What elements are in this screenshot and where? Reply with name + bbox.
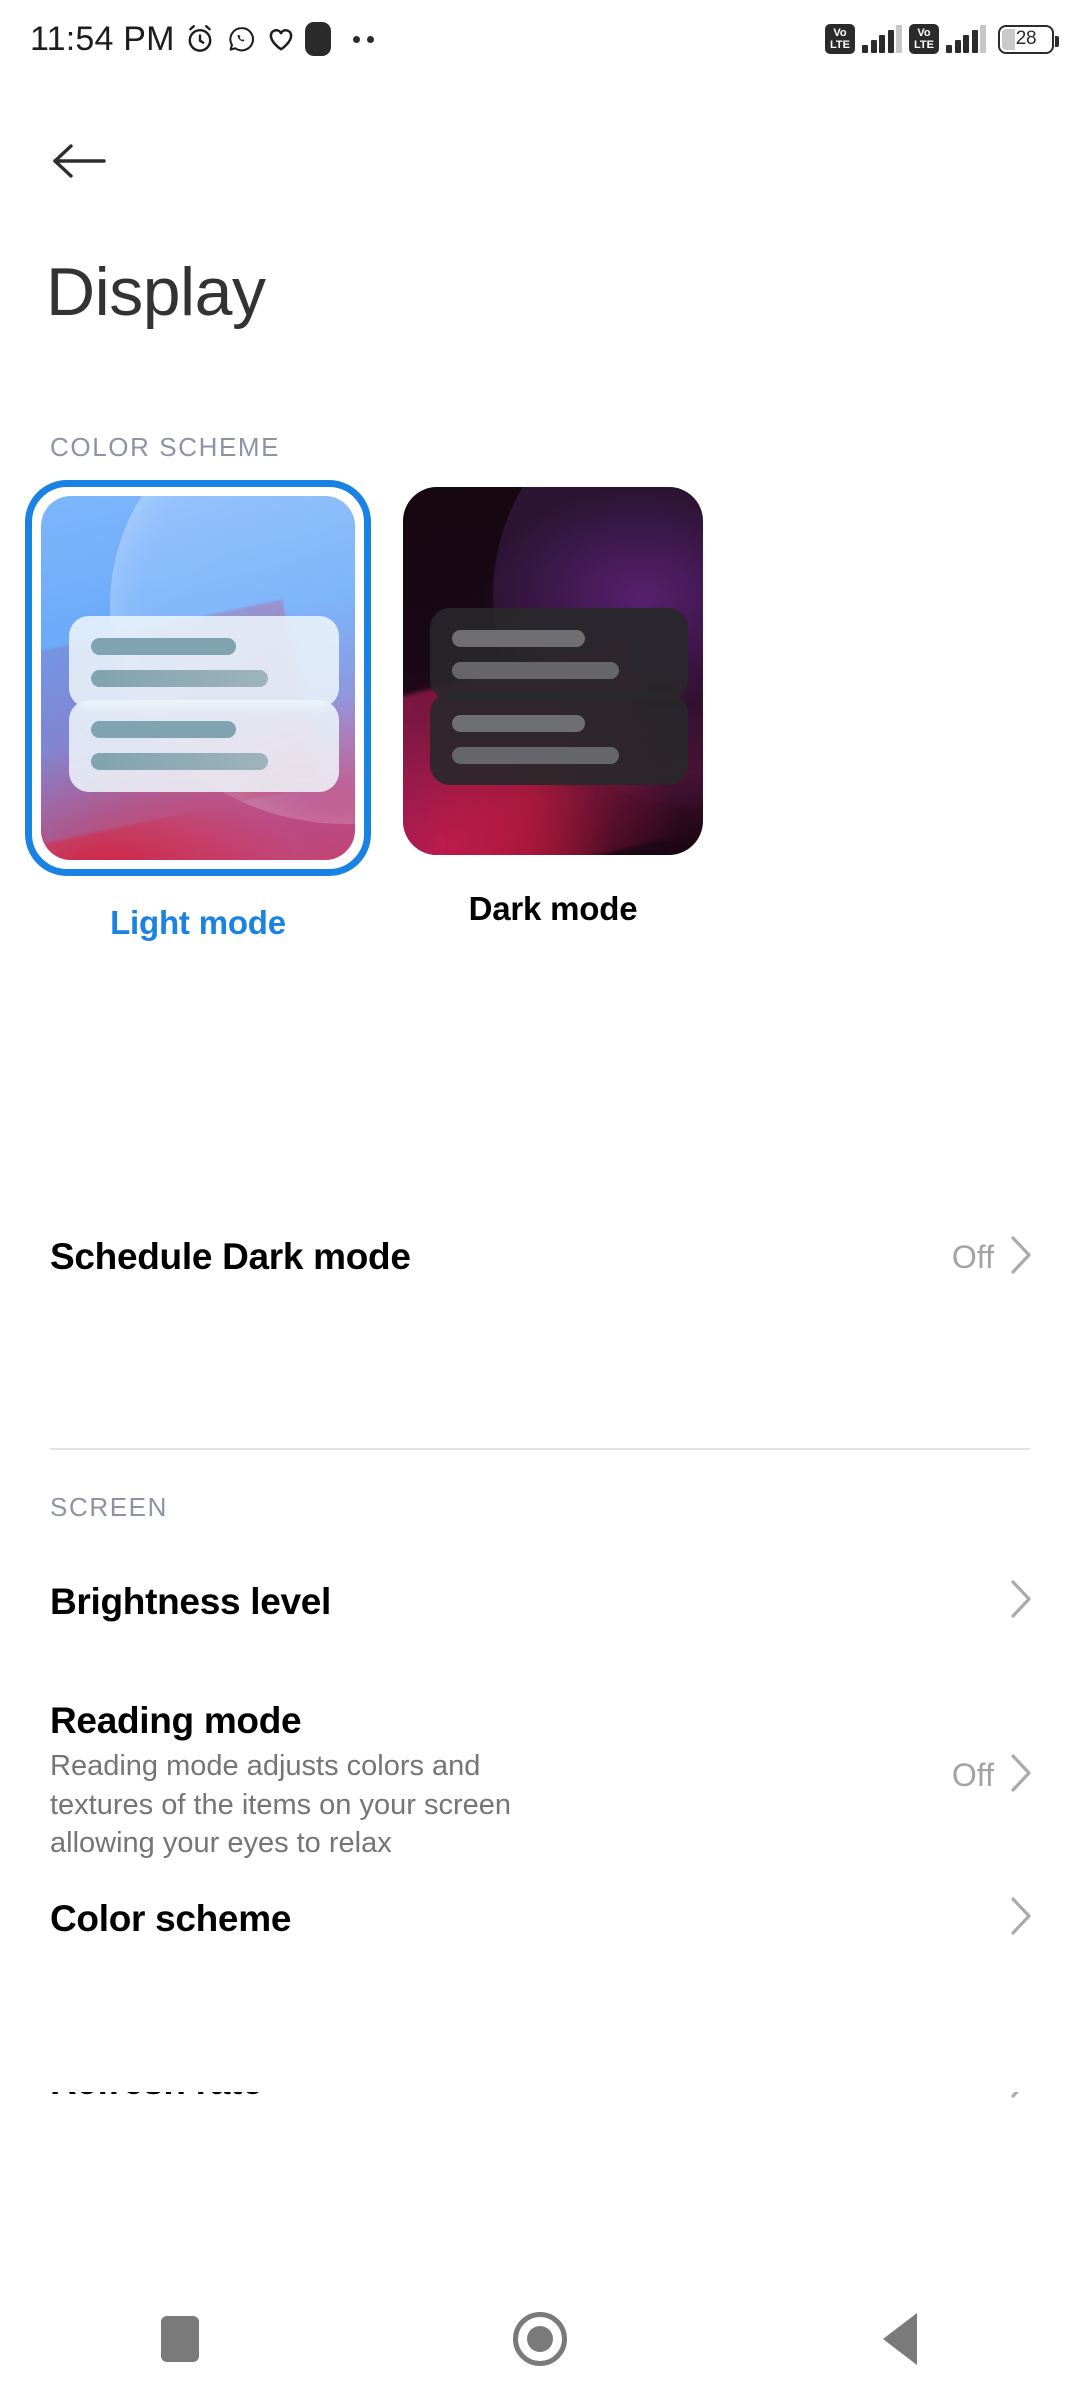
- battery-fill: [1002, 28, 1015, 50]
- row-refresh-rate-title: Refresh rate: [50, 2092, 1008, 2102]
- square-icon: [161, 2316, 199, 2362]
- preview-text-line: [91, 637, 236, 655]
- color-scheme-option-dark[interactable]: Dark mode: [377, 480, 729, 942]
- preview-text-line: [91, 669, 268, 687]
- light-mode-thumbnail-frame[interactable]: [25, 480, 371, 876]
- more-dots-icon: [352, 35, 374, 43]
- chevron-right-icon: [1008, 1234, 1034, 1281]
- dark-mode-thumbnail-frame[interactable]: [387, 480, 719, 862]
- preview-notification-card: [430, 608, 688, 701]
- triangle-left-icon: [883, 2313, 917, 2365]
- status-bar-clock: 11:54 PM: [30, 19, 175, 58]
- row-schedule-dark-mode-title: Schedule Dark mode: [50, 1235, 411, 1277]
- back-button[interactable]: [42, 126, 116, 200]
- row-refresh-rate-inner: Refresh rate: [0, 2092, 1080, 2105]
- volte-top-text: Vo: [833, 26, 847, 39]
- light-mode-preview: [41, 496, 355, 860]
- volte-sim2-icon: Vo LTE: [909, 24, 939, 54]
- row-schedule-dark-mode[interactable]: Schedule Dark mode Off: [0, 1232, 1080, 1281]
- battery-icon: 28: [998, 24, 1059, 54]
- nav-recents-button[interactable]: [105, 2284, 255, 2394]
- preview-notification-card: [69, 699, 340, 792]
- status-bar-left: 11:54 PM: [30, 20, 378, 59]
- preview-text-line: [91, 753, 268, 771]
- dark-mode-label[interactable]: Dark mode: [469, 890, 638, 928]
- row-brightness-level-main: Brightness level: [50, 1581, 1008, 1622]
- app-icon: [304, 22, 331, 56]
- row-refresh-rate-clipped[interactable]: Refresh rate: [0, 2092, 1080, 2128]
- signal-sim2-icon: [946, 25, 986, 53]
- section-divider: [50, 1448, 1030, 1450]
- row-schedule-dark-mode-main: Schedule Dark mode: [50, 1236, 952, 1277]
- circle-icon: [513, 2312, 567, 2366]
- row-color-scheme-right: [1008, 1895, 1034, 1942]
- row-brightness-level[interactable]: Brightness level: [0, 1578, 1080, 1625]
- signal-sim1-icon: [862, 25, 902, 53]
- row-color-scheme-main: Color scheme: [50, 1898, 1008, 1939]
- preview-text-line: [452, 661, 619, 679]
- row-schedule-dark-mode-value: Off: [951, 1239, 994, 1275]
- alarm-icon: [183, 22, 217, 56]
- preview-text-line: [452, 746, 619, 764]
- row-reading-mode-value: Off: [951, 1757, 994, 1793]
- volte-bottom-text: LTE: [830, 38, 850, 51]
- arrow-left-icon: [49, 139, 109, 188]
- page-title: Display: [46, 254, 266, 330]
- row-color-scheme-title: Color scheme: [50, 1897, 292, 1939]
- section-header-screen: SCREEN: [50, 1492, 168, 1522]
- chevron-right-icon: [1008, 2092, 1034, 2105]
- row-reading-mode-description: Reading mode adjusts colors and textures…: [50, 1750, 511, 1859]
- volte-bottom-text-2: LTE: [914, 38, 934, 51]
- row-brightness-level-title: Brightness level: [50, 1580, 332, 1622]
- color-scheme-option-light[interactable]: Light mode: [22, 480, 374, 942]
- color-scheme-options: Light mode Dark mode: [0, 480, 1080, 942]
- preview-notification-card: [69, 616, 340, 709]
- navigation-bar: [0, 2270, 1080, 2408]
- preview-notification-card: [430, 693, 688, 786]
- row-reading-mode[interactable]: Reading mode Reading mode adjusts colors…: [0, 1700, 1080, 1862]
- row-reading-mode-right: Off: [952, 1752, 1034, 1799]
- preview-text-line: [452, 714, 585, 732]
- volte-top-text-2: Vo: [917, 26, 931, 39]
- display-settings-screen: 11:54 PM Vo LTE Vo LTE 28 Display COLOR …: [0, 0, 1080, 2408]
- row-refresh-rate-main: Refresh rate: [50, 2092, 1008, 2102]
- row-color-scheme[interactable]: Color scheme: [0, 1895, 1080, 1942]
- chevron-right-icon: [1008, 1578, 1034, 1625]
- status-bar-right: Vo LTE Vo LTE 28: [825, 24, 1059, 54]
- status-bar: 11:54 PM Vo LTE Vo LTE 28: [0, 0, 1080, 78]
- dark-mode-preview: [403, 487, 703, 855]
- nav-back-button[interactable]: [825, 2284, 975, 2394]
- heart-icon: [266, 24, 296, 54]
- row-reading-mode-main: Reading mode Reading mode adjusts colors…: [50, 1700, 952, 1862]
- row-schedule-dark-mode-right: Off: [952, 1234, 1034, 1281]
- light-mode-label[interactable]: Light mode: [110, 904, 286, 942]
- volte-sim1-icon: Vo LTE: [825, 24, 855, 54]
- battery-percent-label: 28: [1015, 28, 1037, 49]
- section-header-color-scheme: COLOR SCHEME: [50, 432, 281, 462]
- chevron-right-icon: [1008, 1895, 1034, 1942]
- row-reading-mode-title: Reading mode: [50, 1700, 302, 1741]
- row-refresh-rate-right: [1008, 2092, 1034, 2105]
- chevron-right-icon: [1008, 1752, 1034, 1799]
- nav-home-button[interactable]: [465, 2284, 615, 2394]
- preview-text-line: [452, 629, 585, 647]
- whatsapp-icon: [226, 24, 257, 55]
- preview-text-line: [91, 721, 236, 739]
- row-brightness-level-right: [1008, 1578, 1034, 1625]
